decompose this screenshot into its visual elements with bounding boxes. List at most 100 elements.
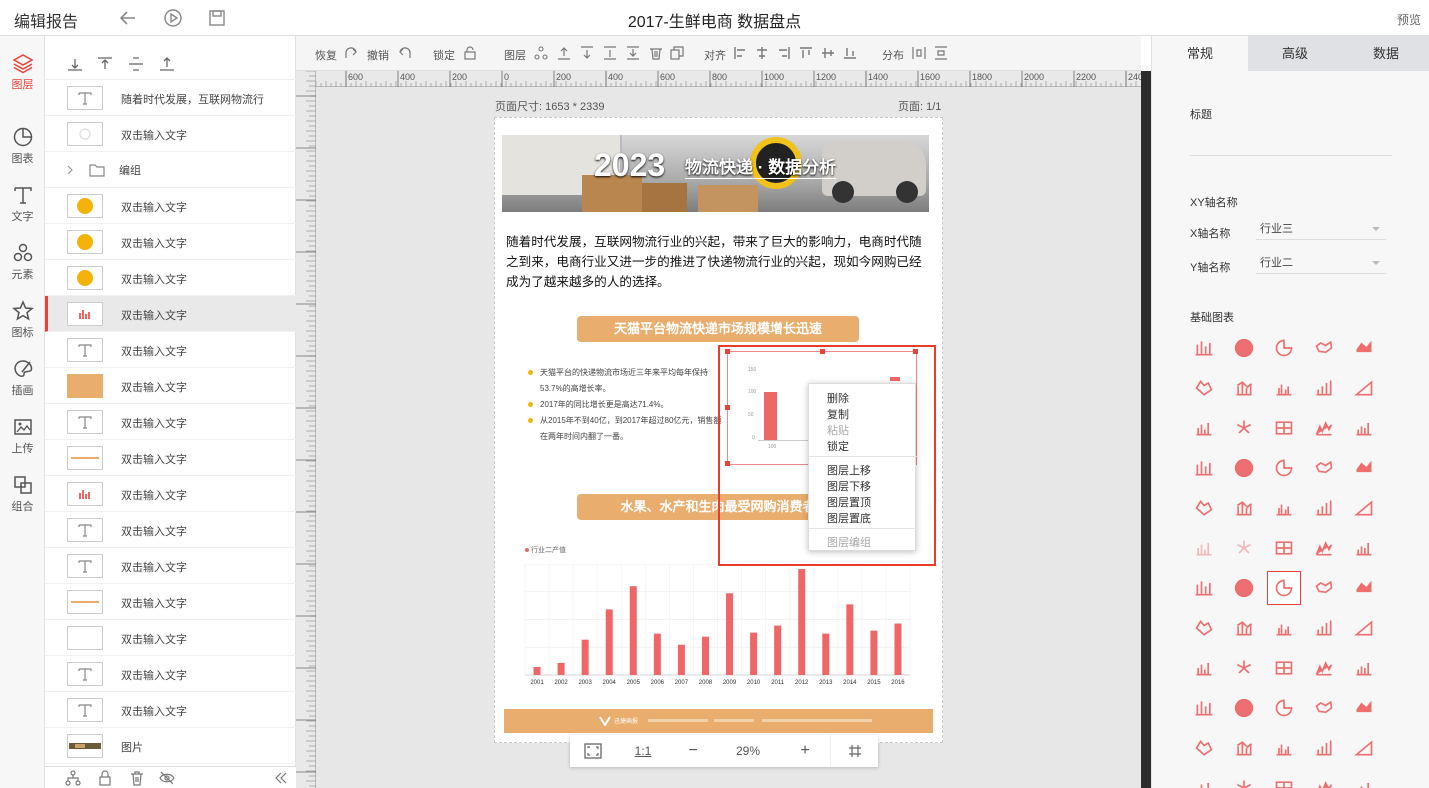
- chart-type-option[interactable]: [1227, 651, 1261, 685]
- chart-type-option[interactable]: [1307, 571, 1341, 605]
- chart-type-option[interactable]: [1227, 611, 1261, 645]
- chart-type-option[interactable]: [1187, 731, 1221, 765]
- undo-icon[interactable]: [398, 46, 412, 60]
- chart-type-option[interactable]: [1187, 571, 1221, 605]
- align-bottom-icon[interactable]: [843, 46, 857, 60]
- layer-row[interactable]: 双击输入文字: [45, 476, 296, 512]
- chart-type-option[interactable]: [1187, 451, 1221, 485]
- align-center-v-icon[interactable]: [821, 46, 835, 60]
- chart-type-option[interactable]: [1227, 531, 1261, 565]
- chart-type-option[interactable]: [1347, 571, 1381, 605]
- layer-row[interactable]: 图片: [45, 728, 296, 764]
- chart-type-option[interactable]: [1187, 411, 1221, 445]
- chart-type-option[interactable]: [1307, 411, 1341, 445]
- chart-type-option[interactable]: [1227, 451, 1261, 485]
- chart-type-option[interactable]: [1307, 771, 1341, 788]
- menu-item-layer-group[interactable]: 图层编组: [827, 534, 871, 550]
- trash-icon[interactable]: [129, 770, 145, 786]
- chart-type-option[interactable]: [1267, 731, 1301, 765]
- zoom-out-button[interactable]: −: [680, 735, 706, 767]
- sidebar-item-upload[interactable]: 上传: [0, 410, 45, 466]
- menu-item-copy[interactable]: 复制: [827, 406, 849, 422]
- chart-type-option[interactable]: [1307, 531, 1341, 565]
- lock-button[interactable]: 锁定: [433, 47, 455, 63]
- sidebar-item-icons[interactable]: 图标: [0, 294, 45, 350]
- layer-row[interactable]: 双击输入文字: [45, 368, 296, 404]
- chart-type-option[interactable]: [1267, 571, 1301, 605]
- chart-type-option[interactable]: [1347, 411, 1381, 445]
- layer-row[interactable]: 双击输入文字: [45, 548, 296, 584]
- distribute-h-icon[interactable]: [912, 46, 926, 60]
- chart-type-option[interactable]: [1227, 371, 1261, 405]
- align-bottom-icon[interactable]: [67, 56, 83, 72]
- menu-item-paste[interactable]: 粘贴: [827, 422, 849, 438]
- trash-icon[interactable]: [649, 46, 663, 60]
- hierarchy-icon[interactable]: [534, 46, 548, 60]
- grid-toggle-button[interactable]: [830, 735, 878, 767]
- layer-row[interactable]: 双击输入文字: [45, 512, 296, 548]
- chart-type-option[interactable]: [1307, 491, 1341, 525]
- menu-item-layer-down[interactable]: 图层下移: [827, 478, 871, 494]
- chart-type-option[interactable]: [1187, 371, 1221, 405]
- layer-group-row[interactable]: 编组: [45, 152, 296, 188]
- layer-row[interactable]: 双击输入文字: [45, 224, 296, 260]
- chart-type-option[interactable]: [1347, 451, 1381, 485]
- align-right-icon[interactable]: [777, 46, 791, 60]
- actual-size-button[interactable]: 1:1: [624, 735, 662, 767]
- align-middle-icon[interactable]: [128, 56, 144, 72]
- layer-row[interactable]: 双击输入文字: [45, 584, 296, 620]
- chart-type-option[interactable]: [1267, 651, 1301, 685]
- chart-type-option[interactable]: [1267, 451, 1301, 485]
- undo-button[interactable]: 撤销: [367, 47, 389, 63]
- chart-type-option[interactable]: [1227, 771, 1261, 788]
- sidebar-item-charts[interactable]: 图表: [0, 120, 45, 176]
- chart-type-option[interactable]: [1307, 611, 1341, 645]
- chart-type-option[interactable]: [1187, 771, 1221, 788]
- move-up-icon[interactable]: [557, 46, 571, 60]
- layer-row[interactable]: 双击输入文字: [45, 260, 296, 296]
- align-left-icon[interactable]: [733, 46, 747, 60]
- layer-row[interactable]: 双击输入文字: [45, 188, 296, 224]
- layer-row[interactable]: 双击输入文字: [45, 692, 296, 728]
- chart-type-option[interactable]: [1347, 371, 1381, 405]
- align-top-icon[interactable]: [97, 56, 113, 72]
- chart-type-option[interactable]: [1307, 371, 1341, 405]
- align-top-icon[interactable]: [799, 46, 813, 60]
- chart-type-option[interactable]: [1267, 331, 1301, 365]
- chart-type-option[interactable]: [1227, 731, 1261, 765]
- lock-icon[interactable]: [97, 770, 113, 786]
- chart-type-option[interactable]: [1227, 331, 1261, 365]
- copy-icon[interactable]: [670, 46, 684, 60]
- chart-type-option[interactable]: [1267, 491, 1301, 525]
- eye-hidden-icon[interactable]: [159, 770, 175, 786]
- chart-type-option[interactable]: [1347, 771, 1381, 788]
- sidebar-item-illustrations[interactable]: 插画: [0, 352, 45, 408]
- chart-type-option[interactable]: [1187, 531, 1221, 565]
- sidebar-item-group[interactable]: 组合: [0, 468, 45, 524]
- menu-item-delete[interactable]: 删除: [827, 390, 849, 406]
- chart-type-option[interactable]: [1187, 611, 1221, 645]
- fit-screen-button[interactable]: [570, 735, 616, 767]
- redo-icon[interactable]: [344, 46, 358, 60]
- layer-row-selected[interactable]: 双击输入文字: [45, 296, 296, 332]
- menu-item-lock[interactable]: 锁定: [827, 438, 849, 454]
- layer-row[interactable]: 随着时代发展，互联网物流行: [45, 80, 296, 116]
- scrollbar-track[interactable]: [1141, 71, 1151, 788]
- align-center-h-icon[interactable]: [755, 46, 769, 60]
- chart-type-option[interactable]: [1187, 691, 1221, 725]
- chart-type-option[interactable]: [1307, 691, 1341, 725]
- layer-row[interactable]: 双击输入文字: [45, 620, 296, 656]
- chart-type-option[interactable]: [1347, 531, 1381, 565]
- chart-type-option[interactable]: [1267, 411, 1301, 445]
- layer-row[interactable]: 双击输入文字: [45, 332, 296, 368]
- bring-to-top-icon[interactable]: [603, 46, 617, 60]
- sidebar-item-text[interactable]: 文字: [0, 178, 45, 234]
- align-base-icon[interactable]: [159, 56, 175, 72]
- layer-row[interactable]: 双击输入文字: [45, 404, 296, 440]
- chart-type-option[interactable]: [1307, 331, 1341, 365]
- move-down-icon[interactable]: [580, 46, 594, 60]
- chart-type-option[interactable]: [1187, 331, 1221, 365]
- chart-type-option[interactable]: [1267, 531, 1301, 565]
- chart-type-option[interactable]: [1307, 731, 1341, 765]
- menu-item-layer-up[interactable]: 图层上移: [827, 462, 871, 478]
